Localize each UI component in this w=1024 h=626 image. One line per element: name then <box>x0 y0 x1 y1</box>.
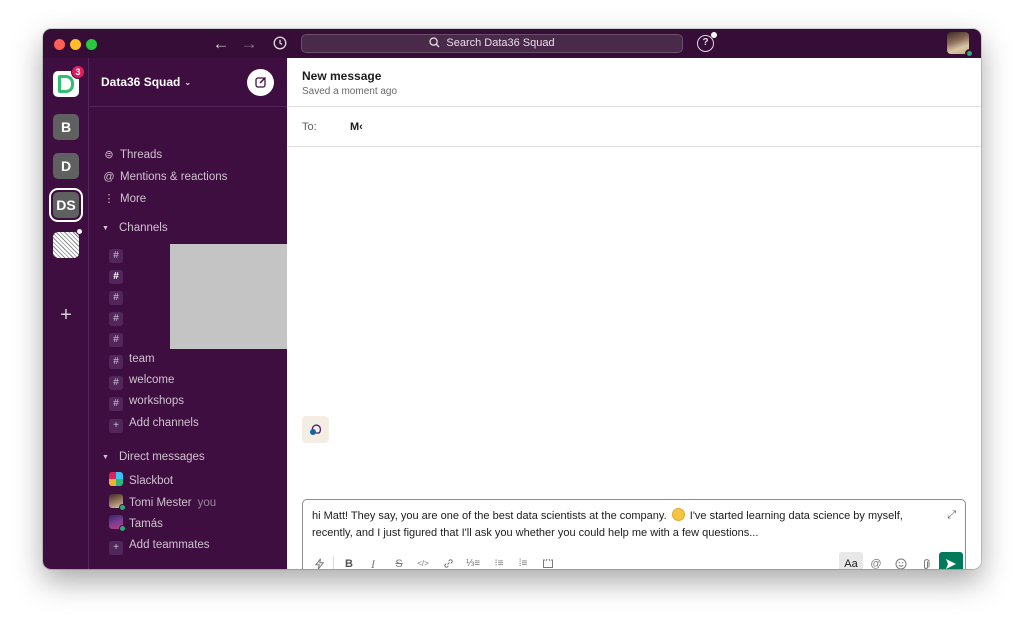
sidebar-item-threads[interactable]: ⊜ Threads <box>89 145 287 166</box>
shortcuts-lightning-icon[interactable] <box>309 555 329 569</box>
user-avatar[interactable] <box>947 32 974 58</box>
workspace-data36[interactable]: 3 <box>53 65 85 97</box>
online-status-icon <box>119 525 126 532</box>
help-icon[interactable]: ? <box>697 32 717 52</box>
tamas-avatar <box>109 515 126 532</box>
main-pane: New message Saved a moment ago To: M‹ hi… <box>287 58 981 569</box>
bulleted-list-icon[interactable]: ⁝≡ <box>489 555 509 569</box>
send-button[interactable] <box>939 552 963 569</box>
hash-icon: # <box>109 249 123 263</box>
recipient-row: To: M‹ <box>287 107 981 147</box>
dm-item-slackbot[interactable]: Slackbot <box>89 471 287 492</box>
page-title: New message <box>302 69 382 83</box>
code-block-icon[interactable] <box>538 555 558 569</box>
to-label: To: <box>302 121 317 133</box>
sidebar-item-more[interactable]: ⋮ More <box>89 189 287 210</box>
chevron-down-icon: ⌄ <box>184 78 192 87</box>
channel-item-workshops[interactable]: # workshops <box>89 391 287 412</box>
workspace-ds-active[interactable]: DS <box>53 192 79 218</box>
formatting-toggle-button[interactable]: Aa <box>839 552 863 569</box>
slightly-smiling-emoji-icon <box>671 508 685 521</box>
channel-item-team[interactable]: # team <box>89 349 287 370</box>
hash-icon: # <box>109 397 123 411</box>
tomi-mester-avatar <box>109 494 126 511</box>
code-button[interactable]: </> <box>413 555 433 569</box>
dm-item-tomi-mester[interactable]: Tomi Mester you <box>89 493 287 514</box>
sidebar: Data36 Squad ⌄ ⊜ Threads @ Mentions & react… <box>89 58 298 569</box>
search-input[interactable]: Search Data36 Squad <box>301 34 683 53</box>
title-bar: ← → Search Data36 Squad ? <box>43 29 981 58</box>
bot-icon <box>310 424 322 435</box>
workspace-b[interactable]: B <box>53 114 79 140</box>
more-icon: ⋮ <box>103 193 115 205</box>
sidebar-header: Data36 Squad ⌄ <box>89 58 287 107</box>
back-arrow-icon[interactable]: ← <box>210 34 232 54</box>
workspace-name: Data36 Squad <box>101 75 181 89</box>
hash-icon: # <box>109 270 123 284</box>
workspace-d[interactable]: D <box>53 153 79 179</box>
draft-status: Saved a moment ago <box>302 86 398 97</box>
search-placeholder: Search Data36 Squad <box>446 37 555 49</box>
search-icon <box>429 37 440 48</box>
hash-icon: # <box>109 291 123 305</box>
redacted-channel-names <box>170 244 298 349</box>
bold-button[interactable]: B <box>339 555 359 569</box>
channel-item-welcome[interactable]: # welcome <box>89 370 287 391</box>
hash-icon: # <box>109 312 123 326</box>
threads-icon: ⊜ <box>104 149 114 161</box>
unread-badge: 3 <box>71 65 85 79</box>
link-icon[interactable] <box>438 555 458 569</box>
direct-messages-section-header[interactable]: ▼ Direct messages <box>89 447 287 468</box>
add-channels-button[interactable]: + Add channels <box>89 413 287 434</box>
ordered-list-icon[interactable]: ⅓≡ <box>463 555 483 569</box>
add-teammates-button[interactable]: + Add teammates <box>89 535 287 556</box>
mention-icon: @ <box>103 171 115 183</box>
compose-button[interactable] <box>247 69 274 96</box>
message-composer: hi Matt! They say, you are one of the be… <box>302 499 966 569</box>
workspace-rail: 3 B D DS + <box>43 58 89 569</box>
workspace-notification-dot <box>76 228 83 235</box>
message-header: New message Saved a moment ago <box>287 58 981 107</box>
online-status-icon <box>965 49 974 58</box>
workspace-name-menu[interactable]: Data36 Squad ⌄ <box>101 75 191 89</box>
message-input[interactable]: hi Matt! They say, you are one of the be… <box>312 508 922 542</box>
data36-logo-icon <box>58 75 74 93</box>
toolbar-divider <box>333 556 334 569</box>
hash-icon: # <box>109 333 123 347</box>
online-status-icon <box>119 504 126 511</box>
add-workspace-button[interactable]: + <box>53 302 79 328</box>
dm-item-tamas[interactable]: Tamás <box>89 514 287 535</box>
history-clock-icon[interactable] <box>269 34 291 54</box>
sidebar-item-mentions[interactable]: @ Mentions & reactions <box>89 167 287 188</box>
maximize-window-button[interactable] <box>86 39 97 50</box>
minimize-window-button[interactable] <box>70 39 81 50</box>
plus-icon: + <box>109 419 123 433</box>
caret-down-icon: ▼ <box>102 454 109 461</box>
app-window: ← → Search Data36 Squad ? 3 B D DS + Dat… <box>43 29 981 569</box>
help-notification-dot <box>711 32 717 38</box>
strikethrough-button[interactable]: S <box>389 555 409 569</box>
bot-suggestion-button[interactable] <box>302 416 329 443</box>
formatting-toolbar: B I S </> ⅓≡ ⁝≡ ⁞≡ Aa @ <box>303 549 965 569</box>
emoji-picker-icon[interactable] <box>891 555 911 569</box>
forward-arrow-icon[interactable]: → <box>238 34 260 54</box>
send-arrow-icon <box>946 559 956 569</box>
expand-icon[interactable]: ⤢ <box>947 509 956 522</box>
close-window-button[interactable] <box>54 39 65 50</box>
recipient-input[interactable]: M‹ <box>350 121 363 133</box>
blockquote-icon[interactable]: ⁞≡ <box>513 555 533 569</box>
hash-icon: # <box>109 376 123 390</box>
italic-button[interactable]: I <box>363 555 383 569</box>
mention-button[interactable]: @ <box>866 555 886 569</box>
caret-down-icon: ▼ <box>102 225 109 232</box>
workspace-image[interactable] <box>53 228 83 258</box>
hash-icon: # <box>109 355 123 369</box>
channels-section-header[interactable]: ▼ Channels <box>89 218 287 239</box>
slackbot-avatar <box>109 472 123 486</box>
plus-icon: + <box>109 541 123 555</box>
attachment-paperclip-icon[interactable] <box>916 555 936 569</box>
compose-icon <box>254 76 266 88</box>
